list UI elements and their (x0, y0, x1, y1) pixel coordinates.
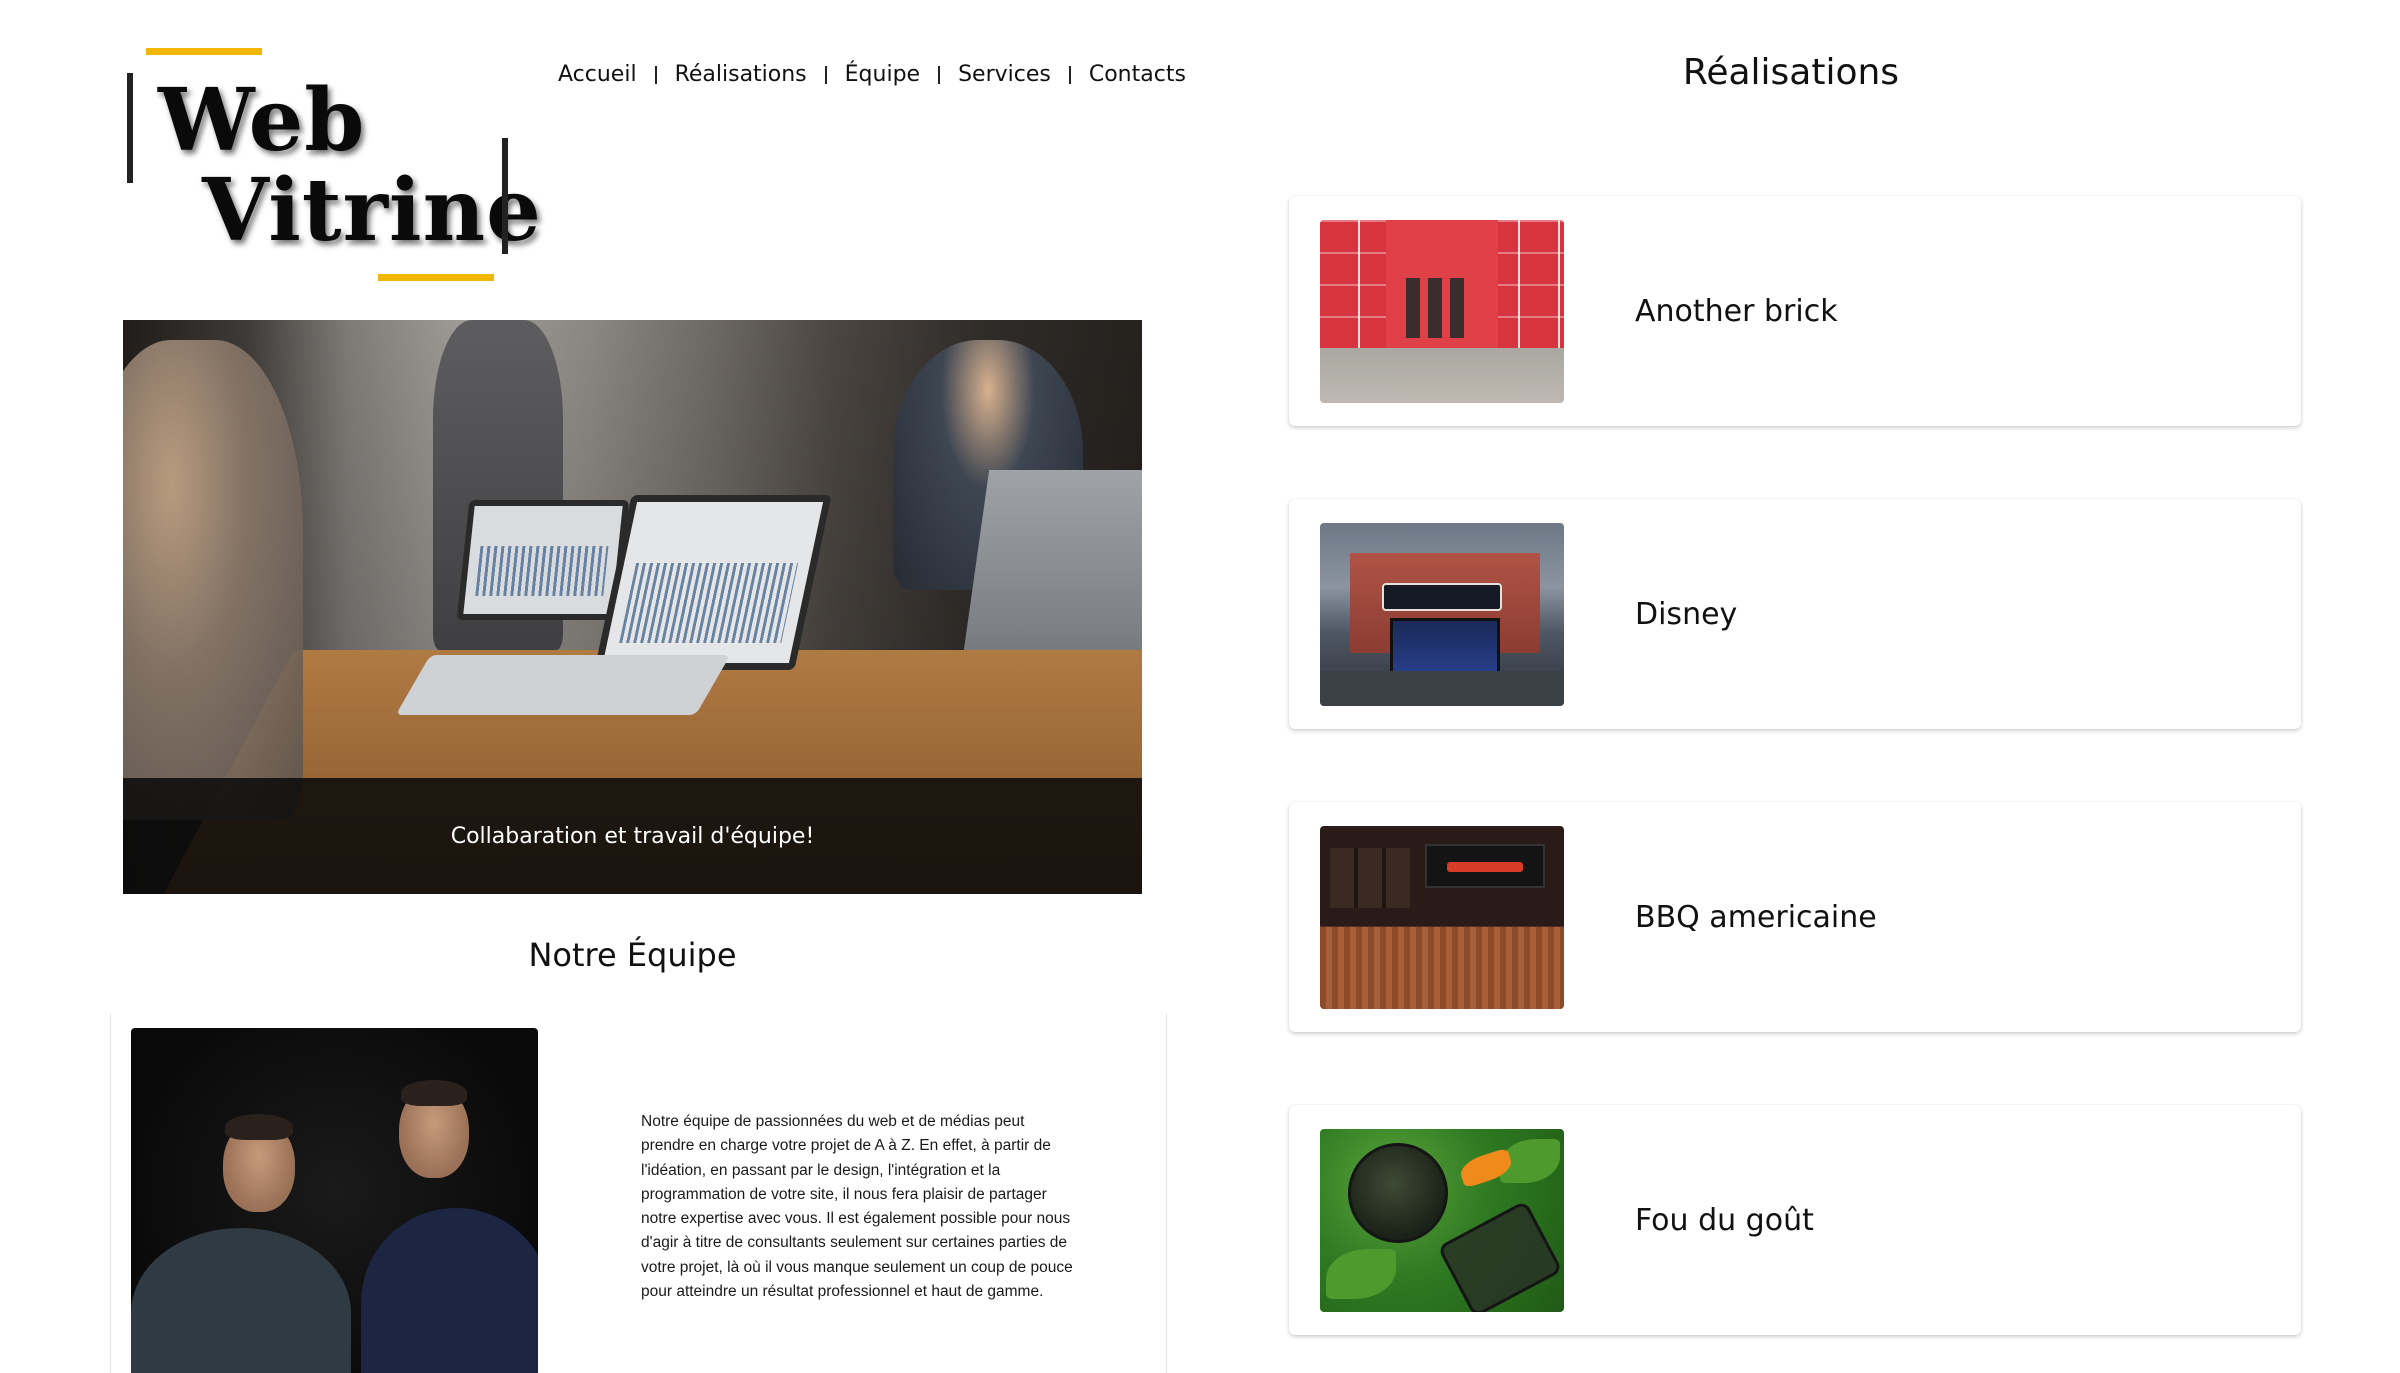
thumb-road (1320, 671, 1564, 706)
hero-laptop-large (594, 495, 832, 670)
logo-word-web: Web (158, 70, 366, 171)
poster-center (1386, 220, 1498, 349)
site-logo[interactable]: Web Vitrine (120, 48, 541, 288)
nav-separator (1068, 65, 1071, 84)
realisation-card-bbq[interactable]: BBQ americaine (1289, 802, 2301, 1032)
nav-separator (938, 65, 941, 84)
realisation-label: Another brick (1635, 293, 1838, 329)
nav-link-services[interactable]: Services (958, 62, 1051, 87)
main-nav: Accueil Réalisations Équipe Services Con… (558, 62, 1186, 87)
realisation-thumbnail (1320, 523, 1564, 706)
logo-accent-bar-top (146, 48, 262, 55)
logo-word-vitrine: Vitrine (202, 160, 542, 261)
nav-link-realisations[interactable]: Réalisations (675, 62, 807, 87)
team-photo (131, 1028, 538, 1373)
realisation-label: Disney (1635, 596, 1738, 632)
nav-link-equipe[interactable]: Équipe (845, 62, 920, 87)
team-member-1-hair (225, 1114, 293, 1140)
realisation-label: Fou du goût (1635, 1202, 1814, 1238)
thumb-sign (1382, 583, 1502, 611)
team-member-1 (131, 1228, 351, 1373)
hero-keyboard (395, 655, 731, 715)
thumb-barbacoa-sign (1425, 844, 1545, 888)
hero-person-left (123, 340, 303, 820)
team-title: Notre Équipe (528, 936, 737, 974)
thumb-jar (1437, 1200, 1563, 1312)
realisation-label: BBQ americaine (1635, 899, 1877, 935)
team-member-2-hair (401, 1080, 467, 1106)
realisation-card-disney[interactable]: Disney (1289, 499, 2301, 729)
thumb-counter (1320, 927, 1564, 1009)
team-description: Notre équipe de passionnées du web et de… (641, 1113, 1073, 1301)
logo-bracket-right (502, 138, 508, 254)
logo-accent-bar-bottom (378, 274, 494, 281)
nav-link-contacts[interactable]: Contacts (1089, 62, 1186, 87)
team-member-2 (361, 1208, 538, 1373)
thumb-leaf (1326, 1249, 1396, 1299)
nav-separator (654, 65, 657, 84)
hero-image: Collabaration et travail d'équipe! (123, 320, 1142, 894)
realisation-card-another-brick[interactable]: Another brick (1289, 196, 2301, 426)
thumb-jar (1348, 1143, 1448, 1243)
hero-caption: Collabaration et travail d'équipe! (450, 823, 815, 849)
realisations-title: Réalisations (1682, 52, 1900, 93)
hero-caption-band: Collabaration et travail d'équipe! (123, 778, 1142, 894)
nav-link-accueil[interactable]: Accueil (558, 62, 637, 87)
logo-bracket-left (127, 73, 133, 183)
realisation-thumbnail (1320, 220, 1564, 403)
realisation-thumbnail (1320, 826, 1564, 1009)
thumb-menu-boards (1330, 848, 1410, 908)
hero-laptop-small (456, 500, 630, 620)
realisation-card-fou-du-gout[interactable]: Fou du goût (1289, 1105, 2301, 1335)
nav-separator (824, 65, 827, 84)
realisation-thumbnail (1320, 1129, 1564, 1312)
